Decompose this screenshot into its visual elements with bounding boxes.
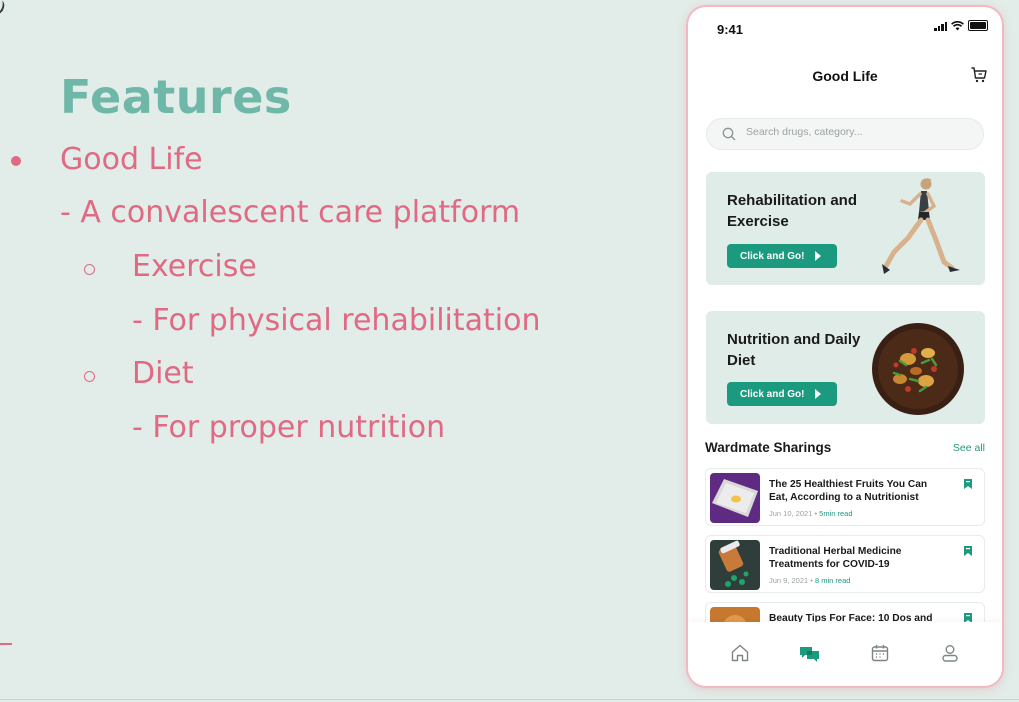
- bullet-rehab: - For physical rehabilitation: [132, 303, 541, 338]
- article-read-time: 5min read: [819, 509, 853, 518]
- article-card[interactable]: The 25 Healthiest Fruits You Can Eat, Ac…: [705, 468, 985, 526]
- bullet-ring: [84, 264, 95, 275]
- bullet-nutrition: - For proper nutrition: [132, 410, 446, 445]
- section-title: Wardmate Sharings: [705, 440, 832, 455]
- see-all-link[interactable]: See all: [953, 442, 985, 454]
- bottom-divider: [0, 699, 1019, 700]
- bullet-diet: Diet: [132, 356, 194, 391]
- rehab-card[interactable]: Rehabilitation and Exercise Click and Go…: [706, 172, 985, 285]
- play-icon: [815, 389, 822, 399]
- article-date: Jun 10, 2021: [769, 509, 813, 518]
- tab-chat[interactable]: [799, 642, 821, 664]
- tab-calendar[interactable]: [869, 642, 891, 664]
- bullet-exercise: Exercise: [132, 249, 257, 284]
- tab-home[interactable]: [729, 642, 751, 664]
- status-icons: [934, 20, 988, 31]
- app-title: Good Life: [812, 68, 878, 84]
- card-title: Nutrition and Daily Diet: [727, 331, 861, 369]
- status-time: 9:41: [717, 22, 744, 37]
- search-input[interactable]: [744, 125, 968, 139]
- article-thumbnail: [710, 540, 760, 590]
- button-label: Click and Go!: [740, 250, 805, 262]
- phone-mockup: 9:41 Good Life Rehabilitation and Exerci…: [688, 7, 1002, 686]
- tab-profile[interactable]: [939, 642, 961, 664]
- bookmark-icon[interactable]: [964, 546, 972, 556]
- signal-icon: [934, 21, 947, 31]
- chat-icon: [800, 647, 819, 662]
- home-icon: [731, 644, 749, 662]
- rehab-go-button[interactable]: Click and Go!: [727, 244, 837, 268]
- bullet-good-life: Good Life: [60, 142, 203, 177]
- corner-decoration: [0, 0, 7, 16]
- article-card[interactable]: Traditional Herbal Medicine Treatments f…: [705, 535, 985, 593]
- article-title: The 25 Healthiest Fruits You Can Eat, Ac…: [769, 479, 928, 503]
- article-meta: Jun 10, 2021 • 5min read: [769, 509, 853, 518]
- article-meta: Jun 9, 2021 • 8 min read: [769, 576, 851, 585]
- tab-bar: [688, 622, 1002, 686]
- search-icon: [722, 127, 736, 141]
- wifi-icon: [951, 20, 964, 30]
- bullet-platform: - A convalescent care platform: [60, 195, 521, 230]
- calendar-icon: [871, 645, 889, 662]
- nutrition-go-button[interactable]: Click and Go!: [727, 382, 837, 406]
- cart-icon[interactable]: [970, 66, 988, 84]
- food-plate-image: [872, 323, 964, 415]
- battery-icon: [968, 20, 988, 31]
- article-title: Traditional Herbal Medicine Treatments f…: [769, 546, 902, 570]
- article-date: Jun 9, 2021: [769, 576, 809, 585]
- search-bar[interactable]: [706, 118, 984, 150]
- article-thumbnail: [710, 473, 760, 523]
- profile-icon: [942, 645, 958, 662]
- article-read-time: 8 min read: [815, 576, 851, 585]
- button-label: Click and Go!: [740, 388, 805, 400]
- bookmark-icon[interactable]: [964, 479, 972, 489]
- play-icon: [815, 251, 822, 261]
- slide-title: Features: [60, 70, 292, 124]
- runner-image: [882, 178, 960, 274]
- card-title: Rehabilitation and Exercise: [727, 192, 858, 230]
- nutrition-card[interactable]: Nutrition and Daily Diet Click and Go!: [706, 311, 985, 424]
- bullet-dot: [11, 156, 21, 166]
- plus-decoration: [0, 628, 16, 660]
- bullet-ring: [84, 371, 95, 382]
